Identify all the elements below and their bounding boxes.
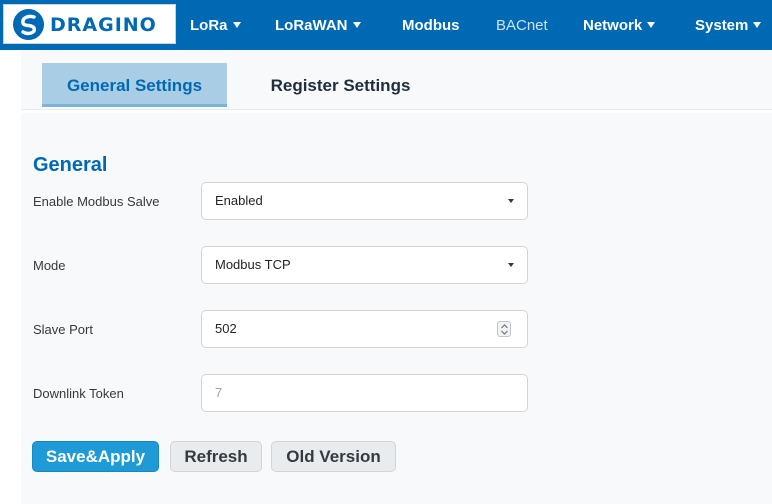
nav-item-label: System — [695, 17, 749, 34]
enable-modbus-label: Enable Modbus Salve — [33, 194, 160, 209]
caret-down-icon — [232, 22, 241, 28]
nav-item-modbus[interactable]: Modbus — [402, 0, 460, 50]
nav-item-system[interactable]: System — [695, 0, 762, 50]
tab-bar: General Settings Register Settings — [0, 50, 772, 113]
chevron-down-icon — [508, 263, 514, 267]
nav-item-label: Network — [583, 17, 643, 34]
enable-modbus-select[interactable]: Enabled — [201, 182, 528, 220]
nav-item-label: BACnet — [496, 17, 548, 34]
chevron-down-icon — [508, 199, 514, 203]
downlink-token-placeholder: 7 — [215, 385, 223, 400]
nav-item-lorawan[interactable]: LoRaWAN — [275, 0, 361, 50]
number-spinner-icon[interactable] — [497, 321, 511, 337]
section-title: General — [33, 154, 108, 176]
nav-item-label: LoRa — [190, 17, 228, 34]
downlink-token-input[interactable]: 7 — [201, 374, 528, 412]
caret-down-icon — [647, 22, 656, 28]
slave-port-input[interactable]: 502 — [201, 310, 528, 348]
nav-item-label: Modbus — [402, 17, 460, 34]
old-version-button[interactable]: Old Version — [271, 441, 396, 472]
dragino-swirl-icon — [13, 9, 44, 40]
slave-port-label: Slave Port — [33, 322, 93, 337]
caret-down-icon — [753, 22, 762, 28]
mode-select[interactable]: Modbus TCP — [201, 246, 528, 284]
save-apply-button[interactable]: Save&Apply — [32, 441, 159, 472]
tab-register-settings[interactable]: Register Settings — [243, 63, 438, 107]
slave-port-value: 502 — [215, 321, 237, 336]
nav-item-network[interactable]: Network — [583, 0, 656, 50]
mode-label: Mode — [33, 258, 66, 273]
top-navbar: DRAGINO LoRa LoRaWAN Modbus BACnet Netwo… — [0, 0, 772, 50]
tab-general-settings[interactable]: General Settings — [42, 63, 227, 107]
nav-item-lora[interactable]: LoRa — [190, 0, 241, 50]
dragino-logo[interactable]: DRAGINO — [3, 4, 176, 44]
refresh-button[interactable]: Refresh — [170, 441, 262, 472]
mode-value: Modbus TCP — [215, 257, 291, 272]
downlink-token-label: Downlink Token — [33, 386, 124, 401]
nav-item-label: LoRaWAN — [275, 17, 348, 34]
logo-text: DRAGINO — [50, 14, 157, 36]
enable-modbus-value: Enabled — [215, 193, 263, 208]
tab-strip: General Settings Register Settings — [21, 50, 772, 110]
nav-item-bacnet[interactable]: BACnet — [496, 0, 548, 50]
caret-down-icon — [352, 22, 361, 28]
